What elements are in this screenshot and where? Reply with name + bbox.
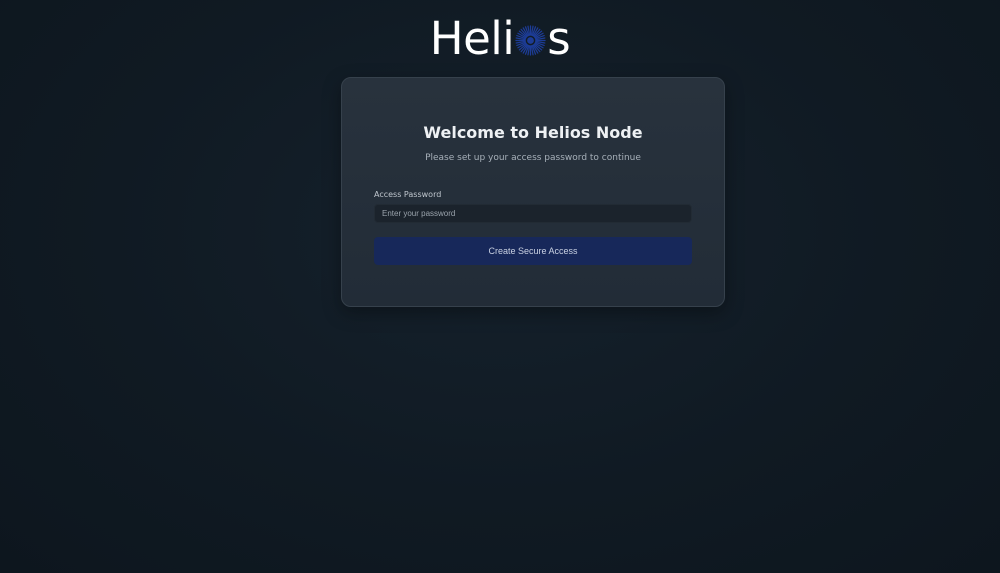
brand-name-suffix: s: [547, 11, 571, 65]
sunburst-icon: [515, 24, 546, 56]
brand-wordmark: Heli s: [429, 11, 571, 65]
password-input[interactable]: [374, 204, 692, 223]
create-secure-access-button[interactable]: Create Secure Access: [374, 237, 692, 265]
brand-logo: Heli s: [0, 12, 1000, 64]
setup-card: Welcome to Helios Node Please set up you…: [341, 77, 725, 307]
password-label: Access Password: [374, 190, 442, 199]
card-subtitle: Please set up your access password to co…: [425, 153, 641, 163]
card-title: Welcome to Helios Node: [423, 123, 643, 142]
brand-name-prefix: Heli: [429, 11, 515, 65]
